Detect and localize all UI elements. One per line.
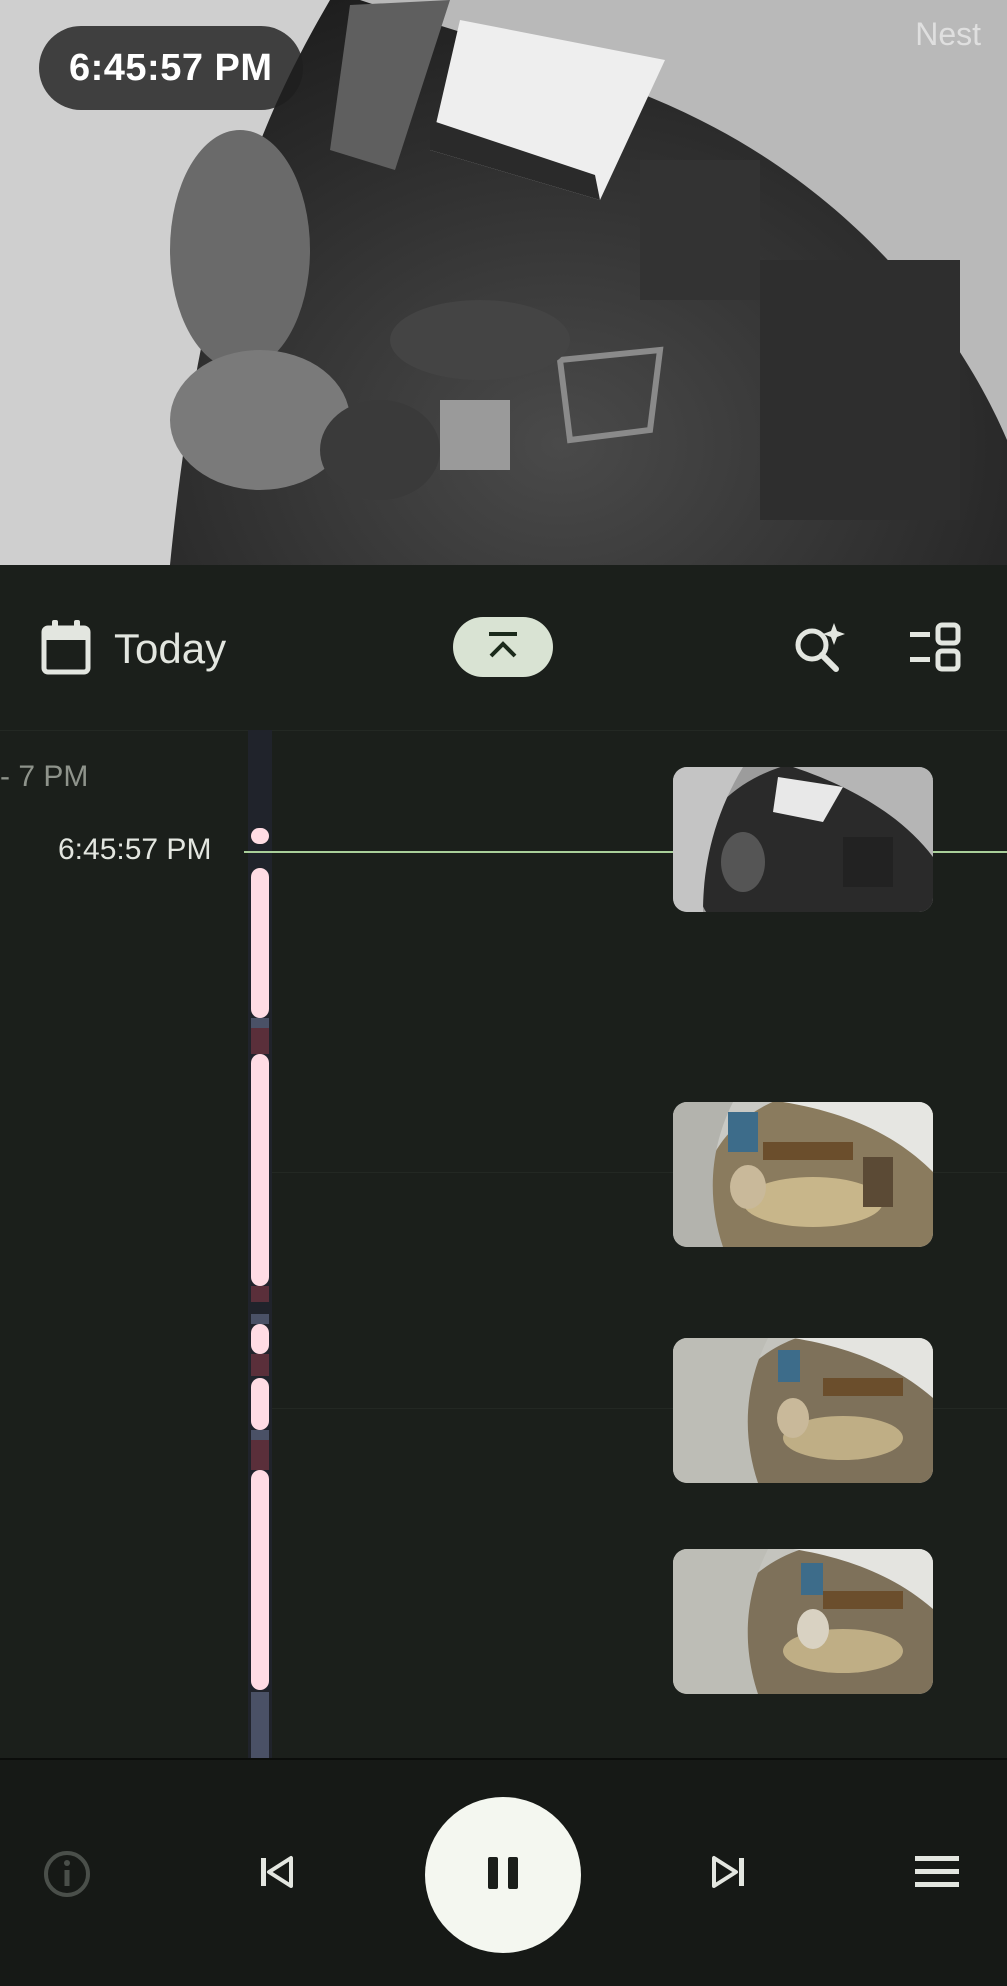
history-toolbar: Today — [0, 565, 1007, 730]
event-thumbnail-2[interactable] — [673, 1102, 933, 1247]
camera-live-view[interactable]: 6:45:57 PM Nest — [0, 0, 1007, 565]
nest-watermark: Nest — [915, 16, 981, 52]
event-segment[interactable] — [251, 868, 269, 1018]
activity-segment — [251, 1440, 269, 1470]
activity-segment — [251, 1354, 269, 1376]
collapse-timeline-button[interactable] — [453, 617, 553, 677]
menu-icon[interactable] — [913, 1853, 961, 1896]
calendar-icon — [40, 618, 92, 681]
date-label: Today — [114, 625, 227, 672]
event-segment[interactable] — [251, 1324, 269, 1354]
view-toggle-button[interactable] — [906, 619, 966, 679]
event-timeline[interactable]: - 7 PM 6:45:57 PM — [0, 730, 1007, 1758]
timeline-top-divider — [0, 730, 1007, 731]
activity-segment — [251, 1286, 269, 1302]
idle-segment — [251, 1430, 269, 1440]
event-segment[interactable] — [251, 1470, 269, 1690]
smart-search-button[interactable] — [790, 619, 850, 679]
idle-segment — [251, 1692, 269, 1758]
event-segment[interactable] — [251, 1054, 269, 1286]
date-picker-button[interactable]: Today — [40, 617, 226, 681]
event-thumbnail-1[interactable] — [673, 767, 933, 912]
event-thumbnail-3[interactable] — [673, 1338, 933, 1483]
event-thumbnail-4[interactable] — [673, 1549, 933, 1694]
skip-previous-icon[interactable] — [257, 1852, 297, 1897]
activity-segment — [251, 1028, 269, 1054]
idle-segment — [251, 1314, 269, 1324]
play-pause-button[interactable] — [425, 1797, 581, 1953]
event-segment[interactable] — [251, 828, 269, 844]
idle-segment — [251, 1018, 269, 1028]
chevron-up-collapse-icon — [486, 630, 520, 665]
event-segment[interactable] — [251, 1378, 269, 1430]
camera-history-screen: 6:45:57 PM Nest Today - 7 PM 6:45:57 PM — [0, 0, 1007, 1986]
live-timestamp-pill: 6:45:57 PM — [39, 26, 303, 110]
hour-label: - 7 PM — [0, 760, 89, 793]
skip-next-icon[interactable] — [708, 1852, 748, 1897]
current-time-label: 6:45:57 PM — [58, 833, 212, 866]
pause-icon — [485, 1853, 521, 1898]
live-timestamp: 6:45:57 PM — [69, 46, 273, 89]
view-toggle-icon — [906, 622, 966, 683]
info-icon[interactable] — [42, 1849, 92, 1904]
playback-controls — [0, 1758, 1007, 1986]
sparkle-search-icon — [790, 623, 850, 683]
